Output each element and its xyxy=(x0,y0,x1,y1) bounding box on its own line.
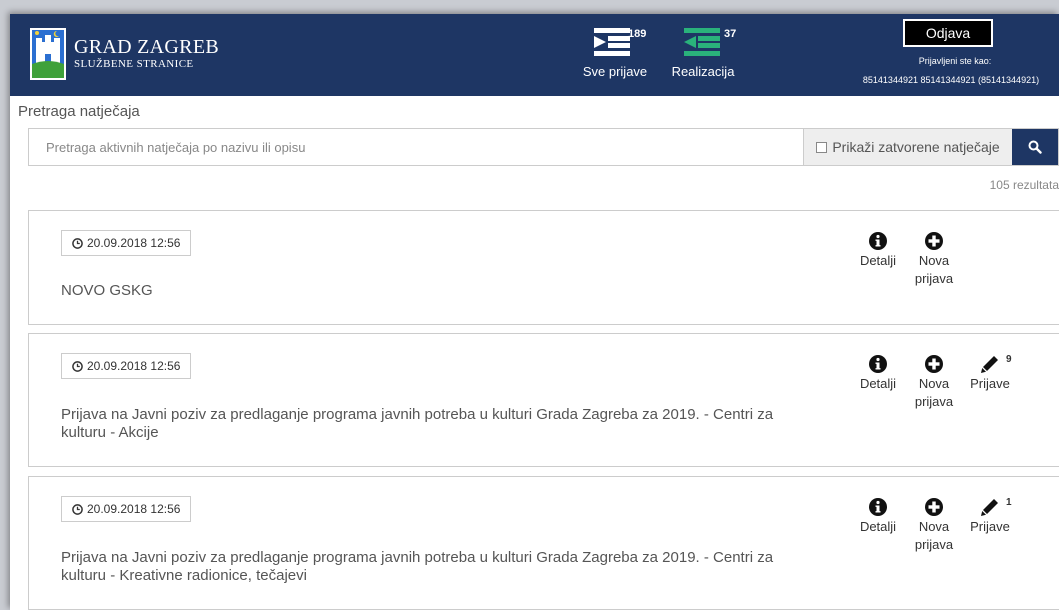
clock-icon xyxy=(72,360,83,372)
new-application-button[interactable]: Nova prijava xyxy=(906,231,962,288)
show-closed-toggle[interactable]: Prikaži zatvorene natječaje xyxy=(803,129,1012,165)
date-badge: 20.09.2018 12:56 xyxy=(61,230,192,256)
list-left-icon xyxy=(684,28,720,56)
details-label: Detalji xyxy=(859,376,897,391)
new-application-button[interactable]: Nova prijava xyxy=(906,354,962,411)
details-button[interactable]: Detalji xyxy=(850,231,906,270)
new-application-button[interactable]: Nova prijava xyxy=(906,497,962,554)
realization-count: 37 xyxy=(724,28,737,40)
site-header: GRAD ZAGREB SLUŽBENE STRANICE 189 Sve pr… xyxy=(10,14,1059,96)
applications-label: Prijave xyxy=(970,519,1010,534)
date-text: 20.09.2018 12:56 xyxy=(87,502,181,516)
applications-count: 1 xyxy=(1006,497,1012,508)
applications-button[interactable]: 1 Prijave xyxy=(962,497,1018,536)
details-button[interactable]: Detalji xyxy=(850,354,906,393)
date-badge: 20.09.2018 12:56 xyxy=(61,353,192,379)
logout-button[interactable]: Odjava xyxy=(903,19,993,47)
logged-in-user: 85141344921 85141344921 (85141344921) xyxy=(862,75,1040,85)
details-label: Detalji xyxy=(859,519,897,534)
date-badge: 20.09.2018 12:56 xyxy=(61,496,192,522)
pencil-icon xyxy=(981,356,998,373)
applications-count: 9 xyxy=(1006,354,1012,365)
new-application-label-line1: Nova xyxy=(918,376,950,391)
plus-circle-icon xyxy=(925,498,943,516)
stat-realization[interactable]: 37 Realizacija xyxy=(668,24,738,79)
date-text: 20.09.2018 12:56 xyxy=(87,236,181,250)
tender-title[interactable]: NOVO GSKG xyxy=(61,282,781,300)
clock-icon xyxy=(72,237,83,249)
info-icon xyxy=(869,355,887,373)
tender-title[interactable]: Prijava na Javni poziv za predlaganje pr… xyxy=(61,406,781,442)
show-closed-label: Prikaži zatvorene natječaje xyxy=(832,139,1000,155)
tender-card: 20.09.2018 12:56 Prijava na Javni poziv … xyxy=(28,333,1059,467)
plus-circle-icon xyxy=(925,355,943,373)
info-icon xyxy=(869,498,887,516)
new-application-label-line2: prijava xyxy=(914,394,954,409)
tender-card: 20.09.2018 12:56 Prijava na Javni poziv … xyxy=(28,476,1059,610)
app-window: GRAD ZAGREB SLUŽBENE STRANICE 189 Sve pr… xyxy=(10,14,1059,610)
zagreb-crest-icon xyxy=(30,28,66,80)
new-application-label-line1: Nova xyxy=(918,519,950,534)
new-application-label-line2: prijava xyxy=(914,271,954,286)
info-icon xyxy=(869,232,887,250)
new-application-label-line1: Nova xyxy=(918,253,950,268)
tender-card: 20.09.2018 12:56 NOVO GSKG Detalji Nova … xyxy=(28,210,1059,325)
plus-circle-icon xyxy=(925,232,943,250)
new-application-label-line2: prijava xyxy=(914,537,954,552)
stat-all-applications[interactable]: 189 Sve prijave xyxy=(582,24,648,79)
stat-label: Sve prijave xyxy=(582,64,648,79)
site-logo[interactable]: GRAD ZAGREB SLUŽBENE STRANICE xyxy=(30,28,219,80)
applications-label: Prijave xyxy=(970,376,1010,391)
tender-title[interactable]: Prijava na Javni poziv za predlaganje pr… xyxy=(61,549,781,585)
brand-title: GRAD ZAGREB xyxy=(74,36,219,58)
brand-subtitle: SLUŽBENE STRANICE xyxy=(74,58,194,70)
date-text: 20.09.2018 12:56 xyxy=(87,359,181,373)
all-applications-count: 189 xyxy=(628,28,647,40)
page-title: Pretraga natječaja xyxy=(18,103,140,120)
show-closed-checkbox[interactable] xyxy=(816,141,828,153)
details-label: Detalji xyxy=(859,253,897,268)
results-count: 105 rezultata xyxy=(989,178,1059,192)
details-button[interactable]: Detalji xyxy=(850,497,906,536)
clock-icon xyxy=(72,503,83,515)
pencil-icon xyxy=(981,499,998,516)
search-button[interactable] xyxy=(1012,129,1058,165)
search-icon xyxy=(1028,140,1042,154)
search-bar: Prikaži zatvorene natječaje xyxy=(28,128,1059,166)
applications-button[interactable]: 9 Prijave xyxy=(962,354,1018,393)
logged-in-caption: Prijavljeni ste kao: xyxy=(918,56,992,66)
search-input[interactable] xyxy=(29,129,803,165)
stat-label: Realizacija xyxy=(671,64,735,79)
